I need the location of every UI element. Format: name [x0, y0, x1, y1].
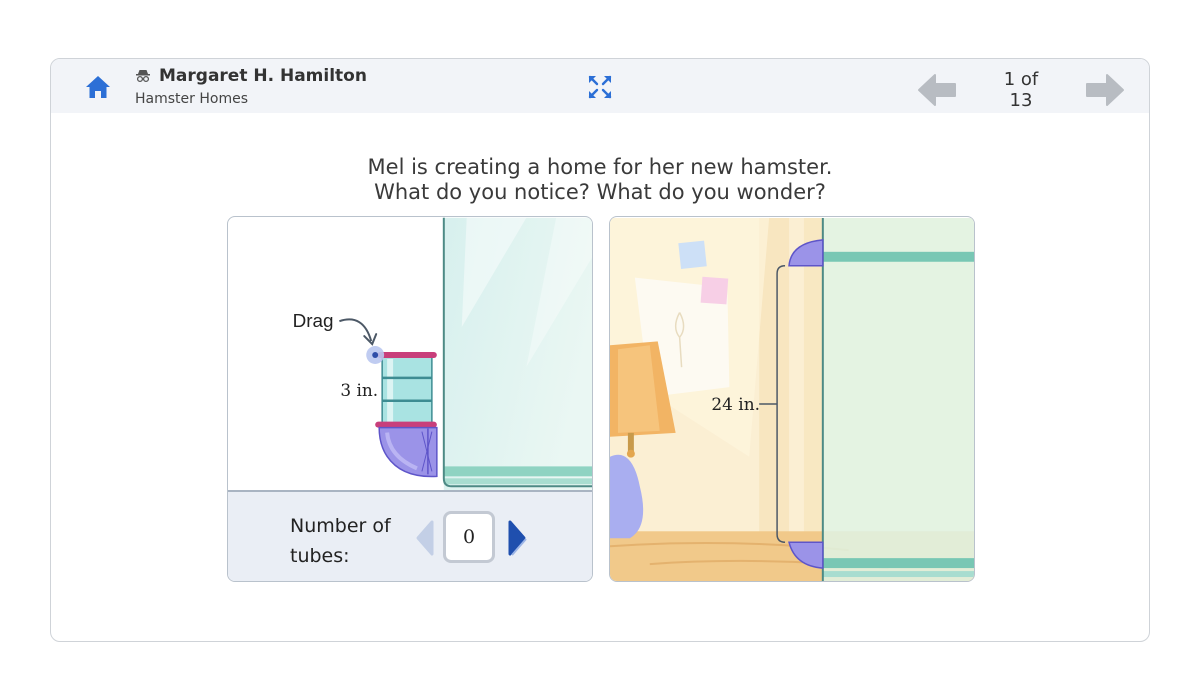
arrow-right-icon[interactable]: [1085, 73, 1125, 107]
tube-count-controls: Number of tubes: 0: [228, 490, 592, 581]
top-bar: Margaret H. Hamilton Hamster Homes 1 of …: [51, 59, 1149, 113]
prompt-line-2: What do you notice? What do you wonder?: [374, 180, 826, 204]
tube-count-label-line-1: Number of: [290, 515, 391, 537]
user-name: Margaret H. Hamilton: [159, 66, 367, 86]
height-label: 24 in.: [711, 394, 760, 414]
elbow-tube: [378, 426, 438, 478]
user-info: Margaret H. Hamilton Hamster Homes: [135, 65, 367, 107]
tube-builder-panel: Drag 3 in. Number of tubes: 0: [227, 216, 593, 582]
cage-glass: [442, 217, 592, 491]
page-indicator: 1 of 13: [1003, 69, 1039, 111]
activity-card: Margaret H. Hamilton Hamster Homes 1 of …: [50, 58, 1150, 642]
increment-icon[interactable]: [506, 519, 528, 557]
question-prompt: Mel is creating a home for her new hamst…: [51, 155, 1149, 205]
drag-label: Drag: [293, 311, 334, 332]
home-icon[interactable]: [84, 74, 112, 100]
activity-title: Hamster Homes: [135, 91, 248, 107]
page-navigation: 1 of 13: [917, 69, 1125, 111]
tube-count-label: Number of tubes:: [290, 511, 391, 571]
tube-length-label: 3 in.: [340, 380, 378, 400]
tube-count-label-line-2: tubes:: [290, 545, 350, 567]
tube-piece[interactable]: [375, 352, 437, 428]
tube-builder-scene: Drag 3 in.: [293, 217, 592, 491]
spy-icon: [136, 70, 150, 83]
decrement-icon[interactable]: [414, 519, 436, 557]
drag-handle[interactable]: [366, 346, 385, 364]
expand-icon[interactable]: [588, 75, 612, 99]
prompt-line-1: Mel is creating a home for her new hamst…: [367, 155, 833, 179]
room-scene: 24 in.: [610, 218, 974, 581]
arrow-left-icon[interactable]: [917, 73, 957, 107]
cage-glass: [821, 218, 974, 581]
tube-count-value[interactable]: 0: [443, 511, 495, 563]
room-scene-panel: 24 in.: [609, 216, 975, 582]
